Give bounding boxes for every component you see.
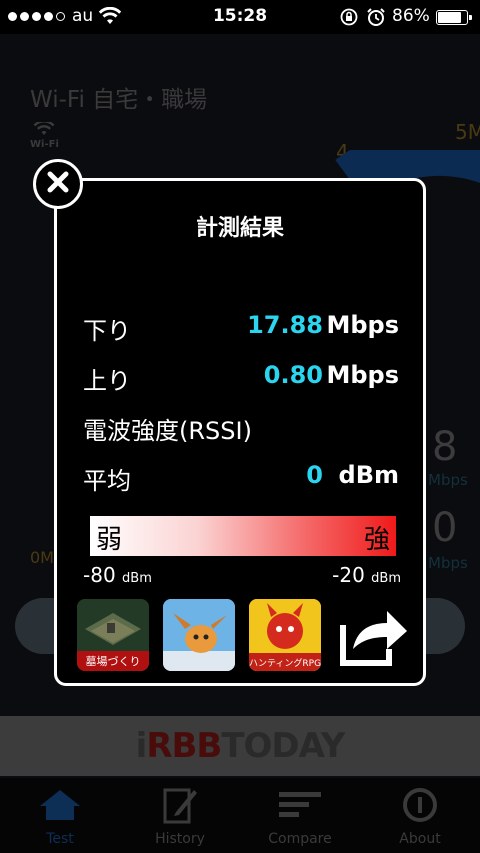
meter-strong-label: 強 [363,525,390,555]
close-icon [47,171,69,197]
result-dialog: 計測結果 下り 17.88 Mbps 上り 0.80 Mbps 電波強度(RSS… [54,178,426,686]
app-title: 墓場づくり [86,655,141,668]
status-bar: au 15:28 86% [0,0,480,34]
alarm-clock-icon [366,7,386,31]
upload-label: 上り [83,367,131,395]
graveyard-game-icon[interactable]: 墓場づくり [77,599,149,671]
scale-min: -80 dBm [83,563,152,587]
scale-max-unit: dBm [371,571,401,586]
battery-icon [436,10,472,25]
upload-row: 上り 0.80 Mbps [83,361,399,395]
scale-max: -20 dBm [332,563,401,587]
download-unit: Mbps [326,311,399,339]
download-row: 下り 17.88 Mbps [83,311,399,345]
upload-unit: Mbps [326,361,399,389]
average-label: 平均 [83,467,131,495]
download-value: 17.88 [247,311,323,339]
download-label: 下り [83,317,131,345]
scale-min-value: -80 [83,563,116,587]
app-title: ハンティングRPG [249,657,321,669]
scale-min-unit: dBm [122,571,152,586]
upload-value: 0.80 [263,361,323,389]
battery-fill [438,12,462,23]
average-unit: dBm [338,461,399,489]
average-row: 平均 0 dBm [83,461,399,495]
rssi-row: 電波強度(RSSI) [83,411,399,445]
signal-strength-meter: 弱 強 [90,516,396,556]
rotation-lock-icon [340,8,358,30]
scale-max-value: -20 [332,563,365,587]
dragon-game-icon[interactable] [163,599,235,671]
dialog-title: 計測結果 [195,216,284,241]
app-promo-row: 墓場づくり ハンティングRPG [77,599,407,675]
close-dialog-button[interactable] [33,159,83,209]
battery-percent: 86% [392,6,430,26]
share-arrow-icon[interactable] [339,603,409,667]
average-value: 0 [306,461,323,489]
devil-rpg-icon[interactable]: ハンティングRPG [249,599,321,671]
meter-weak-label: 弱 [96,525,123,555]
rssi-label: 電波強度(RSSI) [83,417,252,445]
